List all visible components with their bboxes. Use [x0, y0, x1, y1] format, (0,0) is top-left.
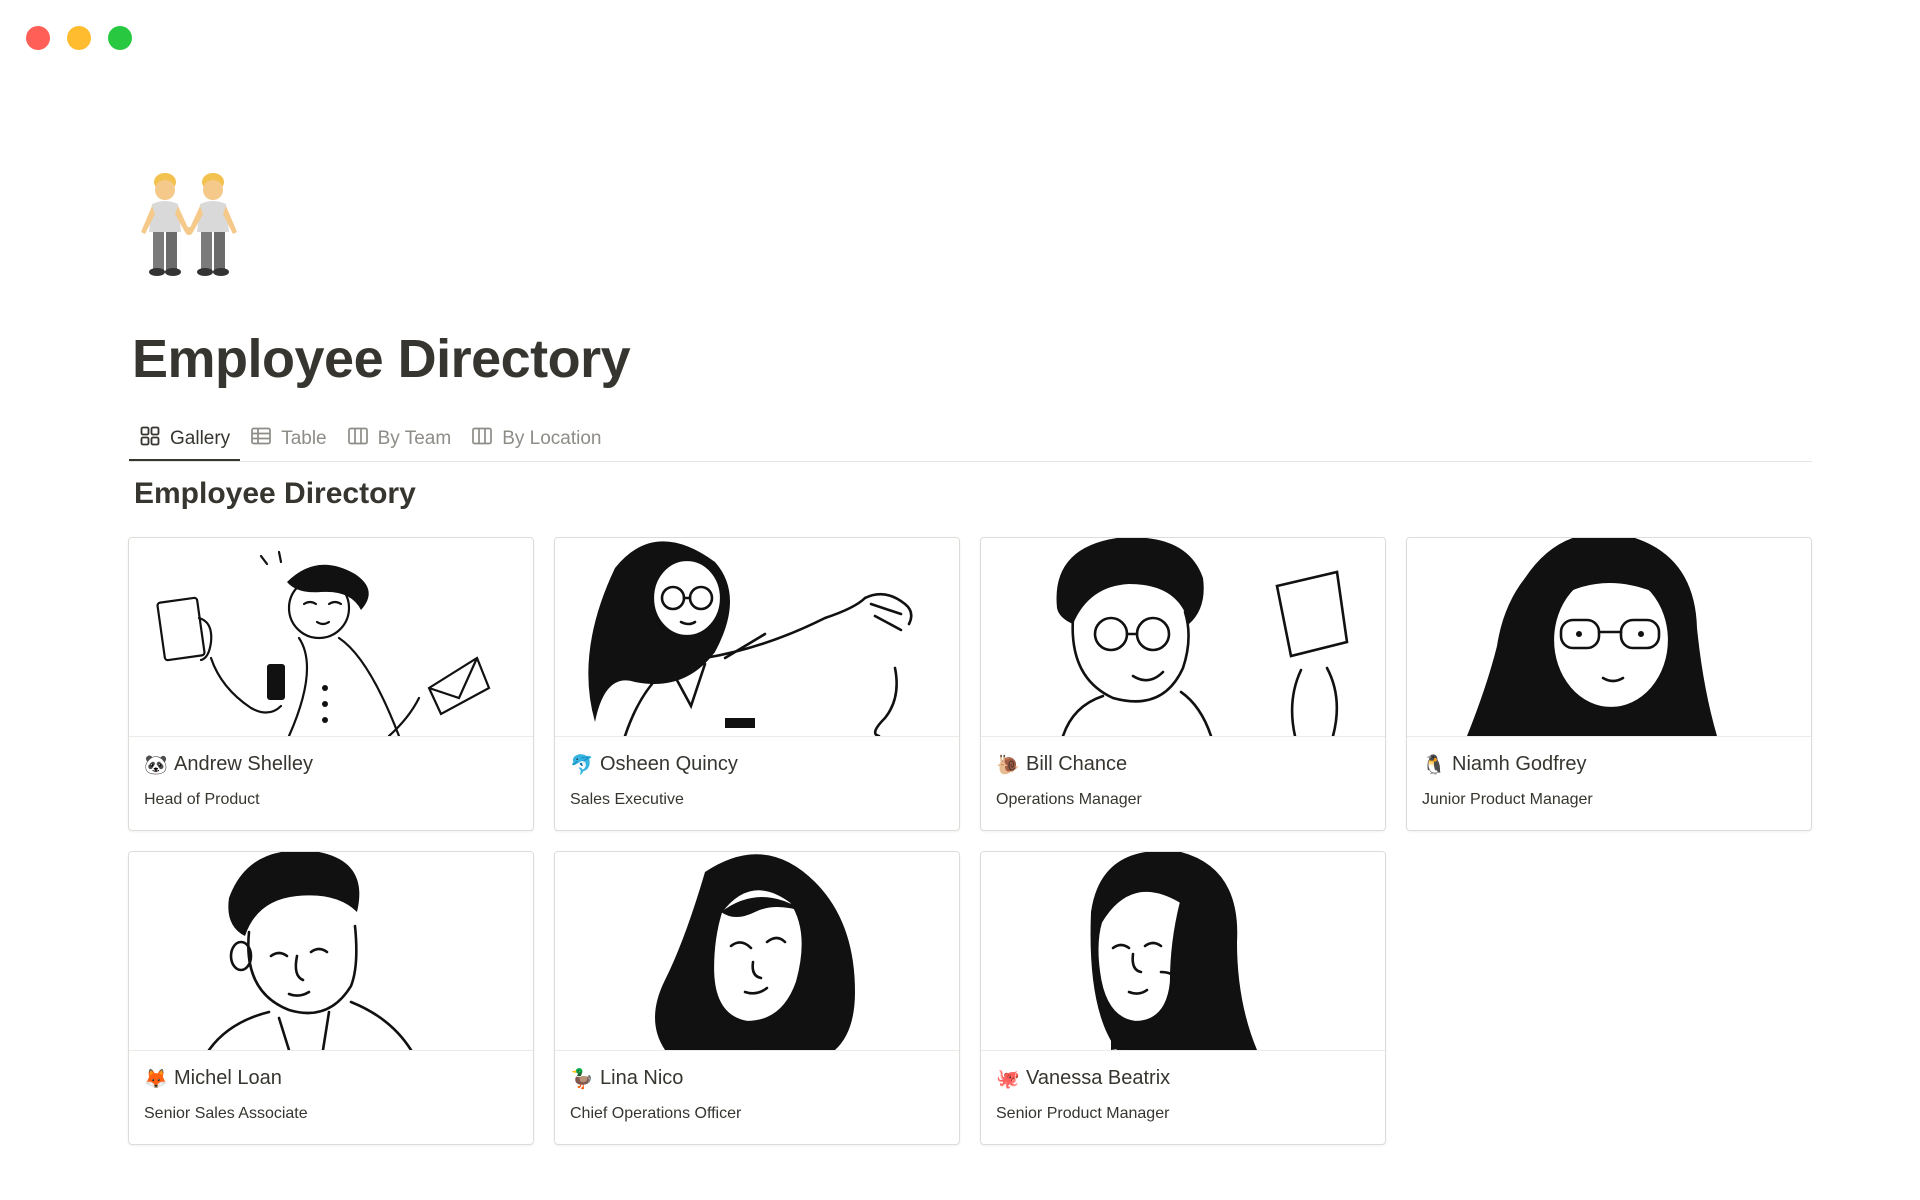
- page-title: Employee Directory: [132, 329, 631, 389]
- employee-name: Vanessa Beatrix: [1026, 1066, 1171, 1089]
- maximize-window-button[interactable]: [108, 26, 132, 50]
- tab-table[interactable]: Table: [240, 418, 336, 460]
- employee-illustration: [129, 538, 533, 737]
- employee-role: Head of Product: [144, 791, 260, 808]
- employee-name: Lina Nico: [600, 1066, 684, 1089]
- employee-name: Bill Chance: [1026, 752, 1128, 775]
- employee-role: Junior Product Manager: [1422, 791, 1593, 808]
- view-title: Employee Directory: [134, 477, 416, 510]
- fox-icon: 🦊: [144, 1067, 168, 1090]
- employee-card[interactable]: 🦆 Lina Nico Chief Operations Officer: [554, 851, 960, 1145]
- penguin-icon: 🐧: [1422, 753, 1446, 776]
- employee-name: Michel Loan: [174, 1066, 282, 1089]
- employee-name: Andrew Shelley: [174, 752, 313, 775]
- employee-illustration: [129, 852, 533, 1051]
- employee-role: Senior Sales Associate: [144, 1105, 308, 1122]
- gallery-grid: 🐼 Andrew Shelley Head of Product 🐬 Oshee…: [128, 537, 1812, 1145]
- tab-label: Gallery: [170, 427, 231, 449]
- gallery-grid-icon: [139, 425, 161, 453]
- two-people-holding-hands-icon[interactable]: [135, 168, 245, 280]
- employee-role: Operations Manager: [996, 791, 1142, 808]
- employee-illustration: [555, 538, 959, 737]
- employee-card[interactable]: 🐬 Osheen Quincy Sales Executive: [554, 537, 960, 831]
- octopus-icon: 🐙: [996, 1067, 1020, 1090]
- employee-illustration: [1407, 538, 1811, 737]
- employee-illustration: [981, 852, 1385, 1051]
- employee-illustration: [981, 538, 1385, 737]
- tab-gallery[interactable]: Gallery: [129, 418, 241, 462]
- employee-card[interactable]: 🐙 Vanessa Beatrix Senior Product Manager: [980, 851, 1386, 1145]
- employee-illustration: [555, 852, 959, 1051]
- duck-icon: 🦆: [570, 1067, 594, 1090]
- dolphin-icon: 🐬: [570, 753, 594, 776]
- board-columns-icon: [471, 425, 493, 453]
- employee-role: Senior Product Manager: [996, 1105, 1170, 1122]
- employee-role: Chief Operations Officer: [570, 1105, 742, 1122]
- tab-by-team[interactable]: By Team: [337, 418, 462, 460]
- window-controls: [26, 26, 132, 50]
- view-tabs: Gallery Table By Team By Location: [129, 418, 611, 462]
- panda-icon: 🐼: [144, 753, 168, 776]
- tabs-divider: [129, 461, 1812, 462]
- employee-card[interactable]: 🐌 Bill Chance Operations Manager: [980, 537, 1386, 831]
- tab-by-location[interactable]: By Location: [461, 418, 611, 460]
- tab-label: Table: [281, 428, 327, 449]
- board-columns-icon: [347, 425, 369, 453]
- table-icon: [250, 425, 272, 453]
- tab-label: By Team: [377, 428, 452, 449]
- employee-card[interactable]: 🐼 Andrew Shelley Head of Product: [128, 537, 534, 831]
- close-window-button[interactable]: [26, 26, 50, 50]
- employee-role: Sales Executive: [570, 791, 684, 808]
- snail-icon: 🐌: [996, 753, 1020, 776]
- tab-label: By Location: [502, 428, 602, 449]
- employee-card[interactable]: 🐧 Niamh Godfrey Junior Product Manager: [1406, 537, 1812, 831]
- employee-name: Osheen Quincy: [600, 752, 738, 775]
- employee-card[interactable]: 🦊 Michel Loan Senior Sales Associate: [128, 851, 534, 1145]
- employee-name: Niamh Godfrey: [1452, 752, 1587, 775]
- minimize-window-button[interactable]: [67, 26, 91, 50]
